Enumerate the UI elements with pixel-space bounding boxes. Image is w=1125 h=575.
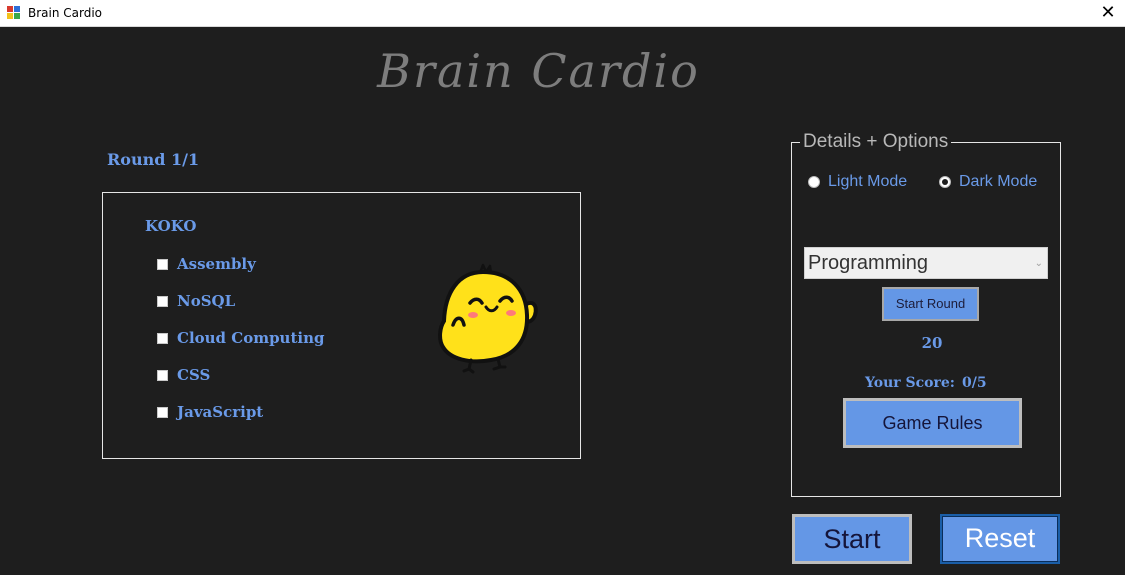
yellow-chick-mascot-icon [438,263,538,374]
answer-checkbox[interactable] [157,258,168,270]
answer-checkbox[interactable] [157,406,168,418]
answer-checkbox[interactable] [157,332,168,344]
answer-option-cloud-computing[interactable]: Cloud Computing [157,328,325,348]
answer-option-javascript[interactable]: JavaScript [157,402,263,422]
question-panel: KOKO Assembly NoSQL Cloud Computing CSS … [102,192,581,459]
details-options-group: Details + Options Light Mode Dark Mode P… [791,131,1061,497]
score-value: 0/5 [962,375,987,391]
answer-label: CSS [177,366,211,384]
group-legend: Details + Options [800,131,952,153]
category-dropdown[interactable]: Programming ⌄ [804,247,1048,279]
app-window-icon [7,6,21,20]
close-icon[interactable]: ✕ [1091,0,1125,26]
game-rules-button[interactable]: Game Rules [843,398,1022,448]
title-bar: Brain Cardio ✕ [0,0,1125,27]
answer-label: JavaScript [177,403,264,421]
question-text: KOKO [145,217,197,235]
radio-button[interactable] [808,176,820,188]
answer-checkbox[interactable] [157,369,168,381]
answer-option-assembly[interactable]: Assembly [157,254,256,274]
start-button[interactable]: Start [792,514,912,564]
answer-label: NoSQL [177,292,236,310]
light-mode-label: Light Mode [828,173,908,190]
chevron-down-icon[interactable]: ⌄ [1035,258,1043,269]
round-label: Round 1/1 [107,150,200,169]
window-title: Brain Cardio [28,6,103,20]
answer-option-css[interactable]: CSS [157,365,210,385]
score-label: Your Score: [865,375,955,391]
start-round-button[interactable]: Start Round [882,287,979,321]
dark-mode-label: Dark Mode [959,173,1038,190]
light-mode-radio[interactable]: Light Mode [808,173,907,191]
app-title: Brain Cardio [377,44,700,98]
answer-label: Assembly [177,255,256,273]
answer-option-nosql[interactable]: NoSQL [157,291,235,311]
answer-checkbox[interactable] [157,295,168,307]
timer-value: 20 [921,334,943,352]
dark-mode-radio[interactable]: Dark Mode [939,173,1037,191]
answer-label: Cloud Computing [177,329,325,347]
radio-button-selected[interactable] [939,176,951,188]
category-value: Programming [808,252,929,274]
reset-button[interactable]: Reset [940,514,1060,564]
